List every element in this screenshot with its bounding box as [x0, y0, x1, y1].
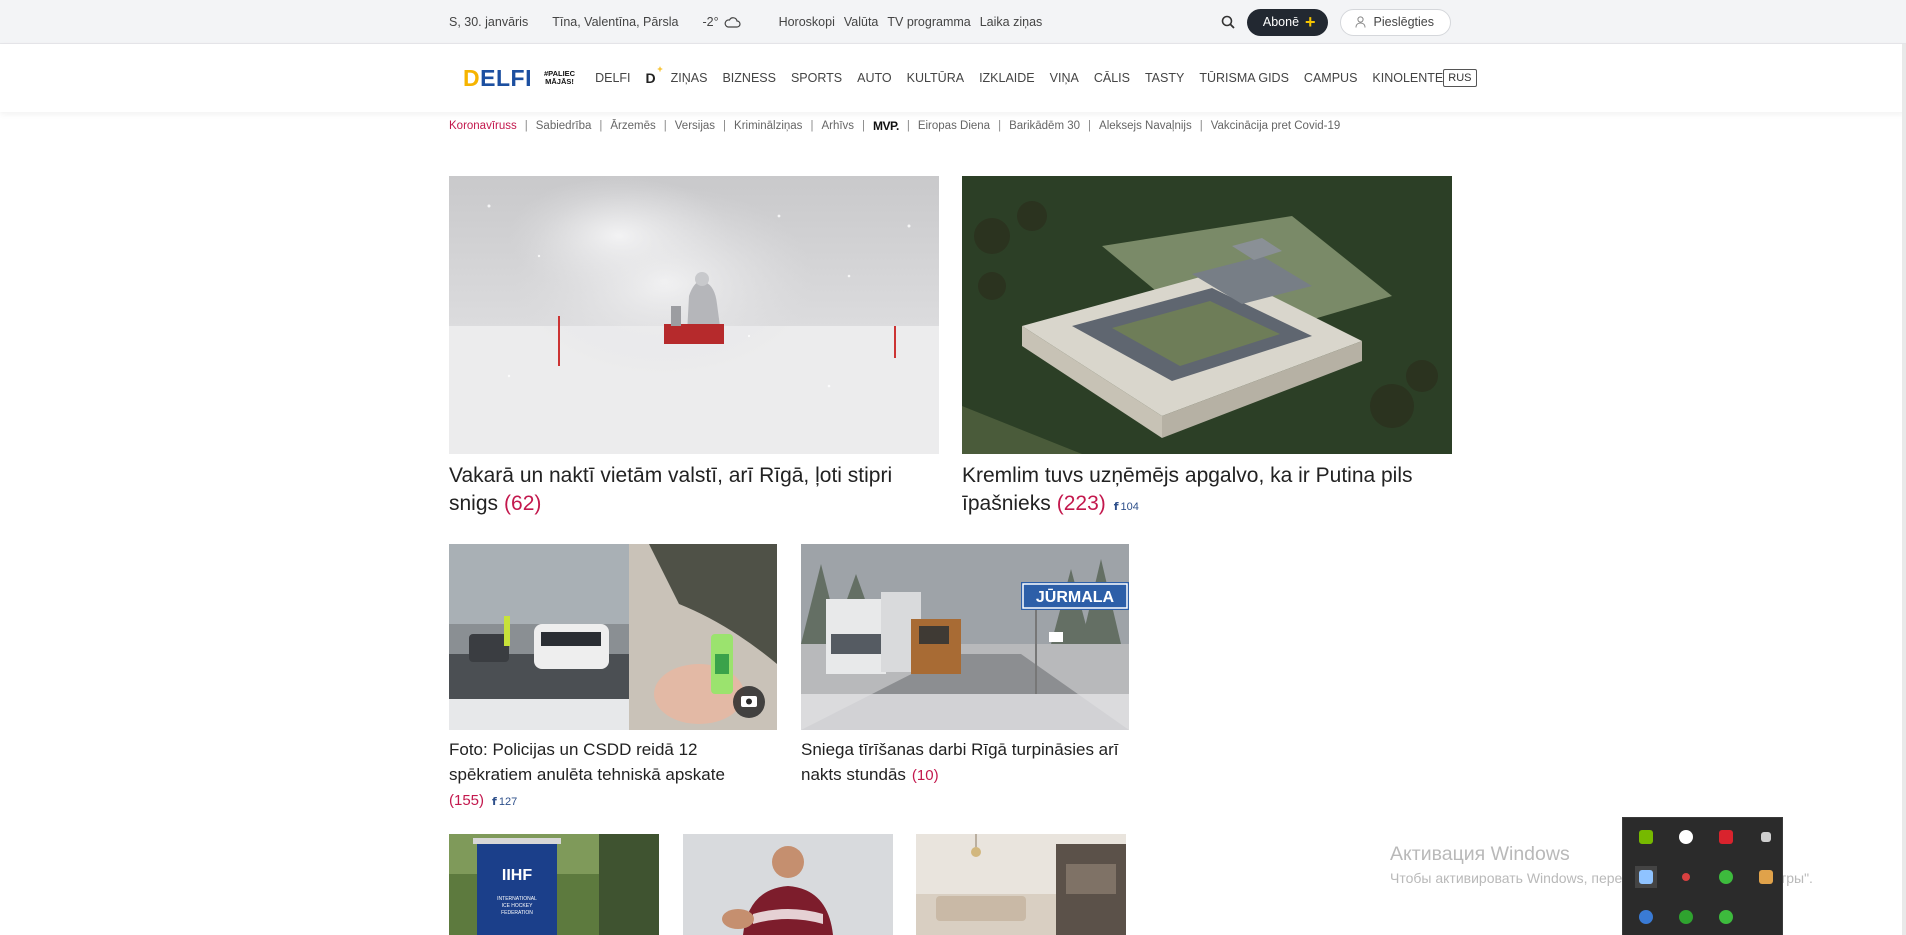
login-button[interactable]: Pieslēgties	[1339, 8, 1451, 36]
topic-versijas[interactable]: Versijas	[675, 120, 715, 132]
topic-arhivs[interactable]: Arhīvs	[821, 120, 854, 132]
download-tray-icon[interactable]	[1675, 906, 1697, 928]
campaign-tagline: #PALIEC MĀJĀS!	[543, 69, 576, 86]
current-date: S, 30. janvāris	[449, 15, 529, 29]
comment-count[interactable]: (10)	[912, 767, 939, 784]
article-headline[interactable]: Vakarā un naktī vietām valstī, arī Rīgā,…	[449, 462, 939, 518]
antivirus-icon[interactable]	[1715, 826, 1737, 848]
top-utility-bar: S, 30. janvāris Tīna, Valentīna, Pārsla …	[0, 0, 1906, 44]
article-image-iihf[interactable]: IIHF INTERNATIONAL ICE HOCKEY FEDERATION	[449, 834, 659, 935]
comment-count[interactable]: (155)	[449, 792, 484, 809]
facebook-shares[interactable]: f 104	[1113, 500, 1139, 513]
link-valuta[interactable]: Valūta	[844, 15, 879, 29]
topic-koronaviruss[interactable]: Koronavīruss	[449, 120, 517, 132]
system-tray-overflow	[1622, 817, 1783, 935]
svg-text:ICE HOCKEY: ICE HOCKEY	[502, 903, 534, 909]
calendar-tray-icon[interactable]	[1635, 906, 1657, 928]
link-laika-zinas[interactable]: Laika ziņas	[980, 15, 1043, 29]
nav-item-tasty[interactable]: TASTY	[1145, 71, 1184, 85]
red-tray-icon[interactable]	[1675, 866, 1697, 888]
topic-arzemes[interactable]: Ārzemēs	[610, 120, 655, 132]
topic-eiropas-diena[interactable]: Eiropas Diena	[918, 120, 990, 132]
topic-navalnijs[interactable]: Aleksejs Navaļnijs	[1099, 120, 1192, 132]
facebook-icon: f	[1113, 500, 1119, 513]
folder-tray-icon[interactable]	[1755, 866, 1777, 888]
cloud-icon	[724, 16, 741, 28]
subscribe-label: Abonē	[1262, 15, 1300, 29]
app-tray-icon[interactable]	[1635, 866, 1657, 888]
nav-item-d-plus[interactable]: D +	[646, 64, 663, 86]
shield-icon[interactable]	[1675, 826, 1697, 848]
article-card[interactable]: Kremlim tuvs uzņēmējs apgalvo, ka ir Put…	[962, 176, 1452, 521]
nvidia-icon[interactable]	[1635, 826, 1657, 848]
article-card[interactable]	[916, 834, 1126, 935]
article-image-police-raid[interactable]	[449, 544, 777, 730]
link-horoskopi[interactable]: Horoskopi	[779, 15, 835, 29]
svg-text:INTERNATIONAL: INTERNATIONAL	[497, 896, 537, 902]
nav-item-campus[interactable]: CAMPUS	[1304, 71, 1357, 85]
temperature: -2°	[702, 15, 719, 29]
article-image-snow-trucks[interactable]: JŪRMALA	[801, 544, 1129, 730]
windows-activation-title: Активация Windows	[1390, 843, 1570, 865]
nav-item-sports[interactable]: SPORTS	[791, 71, 842, 85]
weather-widget[interactable]: -2°	[702, 15, 741, 29]
topic-sabiedriba[interactable]: Sabiedrība	[536, 120, 592, 132]
nav-item-zinas[interactable]: ZIŅAS	[671, 71, 708, 85]
search-icon[interactable]	[1221, 15, 1235, 29]
svg-text:FEDERATION: FEDERATION	[501, 910, 533, 916]
nav-item-calis[interactable]: CĀLIS	[1094, 71, 1130, 85]
nav-item-delfi[interactable]: DELFI	[595, 71, 630, 85]
topic-vakcinacija[interactable]: Vakcinācija pret Covid-19	[1211, 120, 1341, 132]
nav-item-bizness[interactable]: BIZNESS	[722, 71, 776, 85]
facebook-shares[interactable]: f 127	[492, 795, 517, 808]
article-card[interactable]: Vakarā un naktī vietām valstī, arī Rīgā,…	[449, 176, 939, 518]
article-headline[interactable]: Sniega tīrīšanas darbi Rīgā turpināsies …	[801, 737, 1129, 788]
article-card[interactable]: Foto: Policijas un CSDD reidā 12 spēkrat…	[449, 544, 777, 815]
topic-barikadem-30[interactable]: Barikādēm 30	[1009, 120, 1080, 132]
subscribe-button[interactable]: Abonē +	[1246, 8, 1328, 36]
check-green-icon[interactable]	[1715, 866, 1737, 888]
jurmala-sign-text: JŪRMALA	[1036, 587, 1115, 606]
topic-kriminalzinas[interactable]: Kriminālziņas	[734, 120, 802, 132]
article-image-snow-blower[interactable]	[449, 176, 939, 454]
user-icon	[1355, 16, 1366, 28]
topic-mvp-logo[interactable]: MVP.	[873, 119, 899, 133]
link-tv-programma[interactable]: TV programma	[887, 15, 970, 29]
topic-links: Koronavīruss | Sabiedrība | Ārzemēs | Versi…	[449, 119, 1341, 133]
article-image-hockey-player[interactable]	[683, 834, 893, 935]
nav-item-auto[interactable]: AUTO	[857, 71, 892, 85]
login-label: Pieslēgties	[1373, 15, 1434, 29]
svg-text:IIHF: IIHF	[502, 867, 532, 884]
article-headline[interactable]: Kremlim tuvs uzņēmējs apgalvo, ka ir Put…	[962, 462, 1452, 521]
facebook-icon: f	[492, 795, 497, 808]
language-rus-button[interactable]: RUS	[1443, 69, 1477, 87]
scrollbar-track[interactable]	[1902, 44, 1906, 935]
nav-item-vina[interactable]: VIŅA	[1050, 71, 1079, 85]
nav-item-kinolente[interactable]: KINOLENTE	[1372, 71, 1443, 85]
namedays: Tīna, Valentīna, Pārsla	[552, 15, 679, 29]
plus-icon: +	[1305, 12, 1316, 32]
comment-count[interactable]: (223)	[1057, 492, 1106, 515]
nav-item-kultura[interactable]: KULTŪRA	[907, 71, 964, 85]
comment-count[interactable]: (62)	[504, 492, 541, 515]
section-nav: DELFI D + ZIŅAS BIZNESS SPORTS AUTO KULTŪ…	[595, 64, 1443, 86]
article-card[interactable]	[683, 834, 893, 935]
main-navigation: D ELFI #PALIEC MĀJĀS! DELFI D + ZIŅAS BIZN…	[0, 44, 1906, 112]
delfi-logo[interactable]: D ELFI	[463, 65, 532, 92]
article-image-palace[interactable]	[962, 176, 1452, 454]
check-green-icon[interactable]	[1715, 906, 1737, 928]
article-headline[interactable]: Foto: Policijas un CSDD reidā 12 spēkrat…	[449, 737, 777, 815]
article-card[interactable]: JŪRMALA Sniega tīrīšanas darbi Rīgā turp…	[801, 544, 1129, 788]
cursor-icon[interactable]	[1755, 826, 1777, 848]
article-card[interactable]: IIHF INTERNATIONAL ICE HOCKEY FEDERATION	[449, 834, 659, 935]
article-image-interior[interactable]	[916, 834, 1126, 935]
nav-item-turisma-gids[interactable]: TŪRISMA GIDS	[1199, 71, 1289, 85]
nav-item-izklaide[interactable]: IZKLAIDE	[979, 71, 1035, 85]
